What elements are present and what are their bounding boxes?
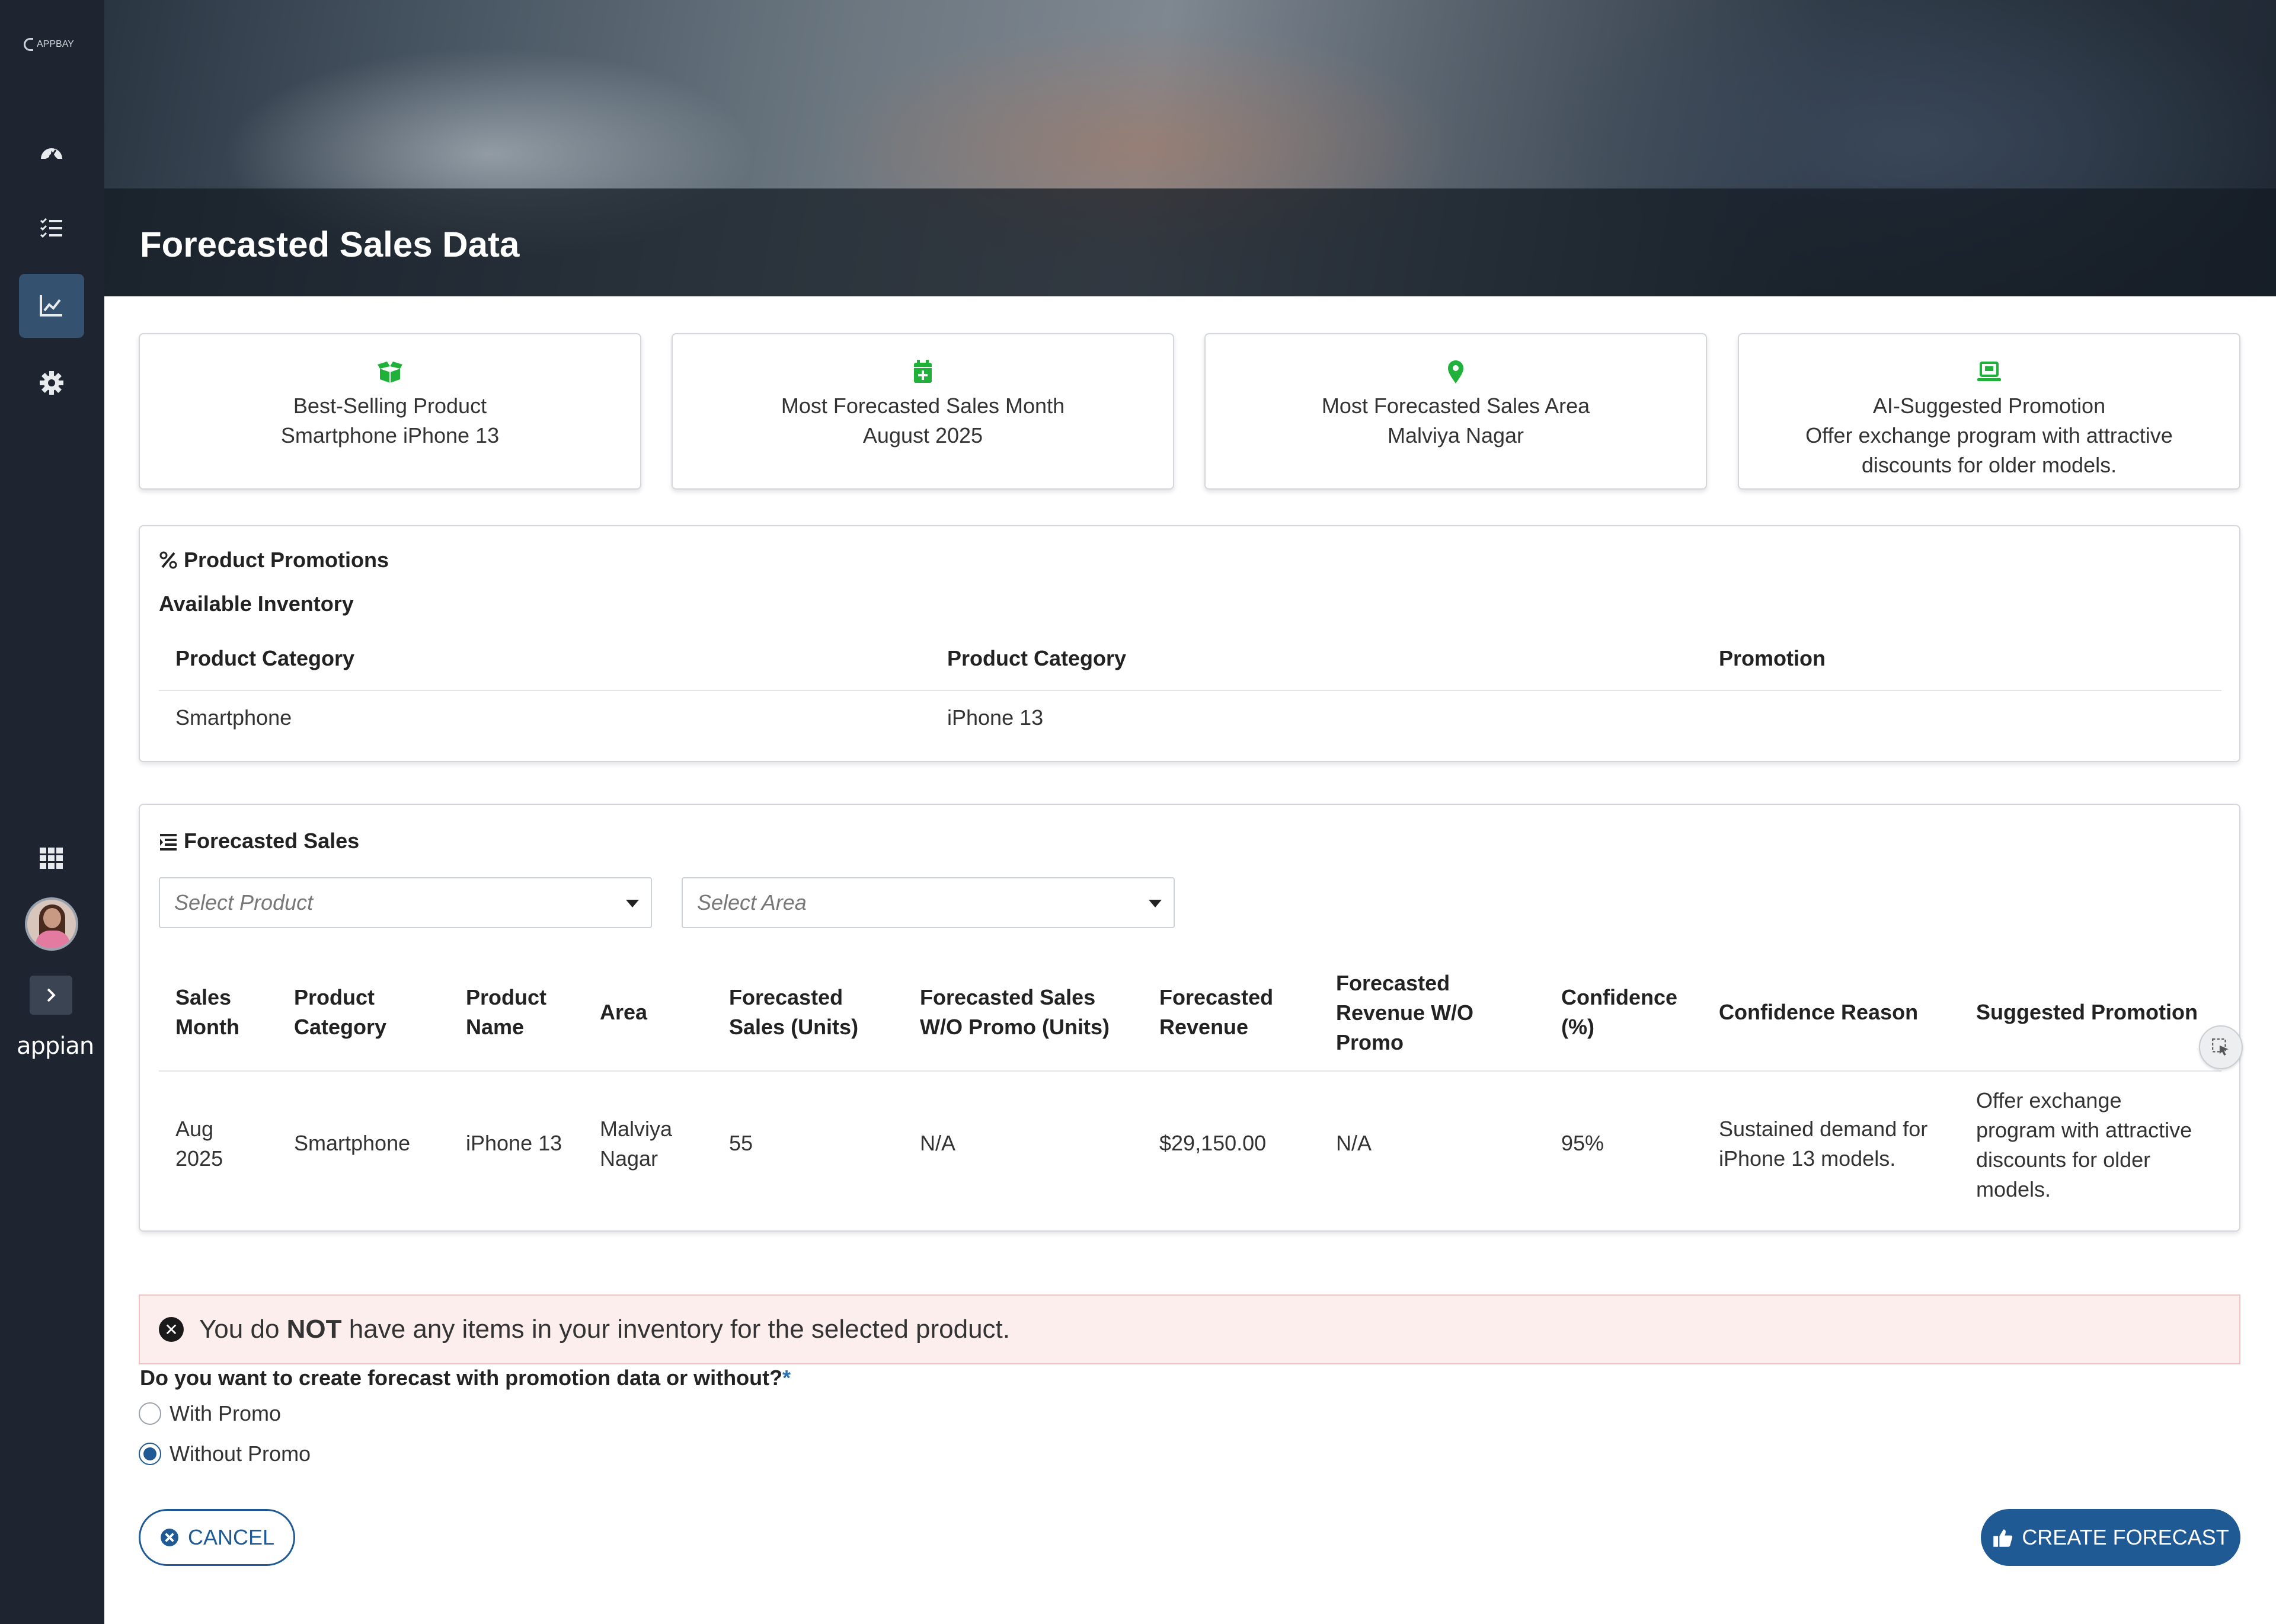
forecasted-sales-section: Forecasted Sales SalesMonth ProductCateg…	[139, 804, 2240, 1232]
table-cell: Smartphone	[175, 705, 292, 730]
column-header-forecasted-revenue[interactable]: Forecasted Revenue	[1159, 983, 1273, 1042]
times-circle-icon	[161, 1529, 178, 1546]
nav-reports[interactable]	[19, 274, 84, 338]
appian-brand: appian	[17, 1032, 94, 1060]
column-header[interactable]: Promotion	[1719, 646, 1826, 671]
nav-dashboard[interactable]	[19, 121, 84, 185]
grid-icon	[40, 848, 63, 869]
cell-confidence-reason: Sustained demand for iPhone 13 models.	[1719, 1117, 1928, 1171]
card-label: Most Forecasted Sales Month	[781, 394, 1065, 418]
column-header-forecasted-sales-units[interactable]: Forecasted Sales (Units)	[729, 983, 858, 1042]
column-header[interactable]: Product Category	[947, 646, 1126, 671]
expand-sidebar-button[interactable]	[30, 976, 72, 1015]
logo-mark-icon	[24, 38, 33, 51]
card-value: Offer exchange program with attractive	[1805, 423, 2173, 447]
card-label: Most Forecasted Sales Area	[1321, 394, 1590, 418]
cell-forecasted-units: 55	[729, 1131, 753, 1155]
caret-down-icon	[1149, 900, 1162, 907]
radio-without-promo[interactable]: Without Promo	[139, 1441, 311, 1466]
cell-product-category: Smartphone	[294, 1131, 411, 1155]
card-most-forecasted-area: Most Forecasted Sales Area Malviya Nagar	[1204, 333, 1707, 490]
product-promotions-section: Product Promotions Available Inventory P…	[139, 525, 2240, 762]
caret-down-icon	[626, 900, 639, 907]
column-header-confidence[interactable]: Confidence (%)	[1561, 983, 1677, 1042]
radio-button[interactable]	[139, 1402, 161, 1425]
column-header-confidence-reason[interactable]: Confidence Reason	[1719, 998, 1918, 1027]
select-area-input[interactable]	[684, 880, 1134, 926]
chevron-right-icon	[47, 988, 56, 1002]
apps-grid-button[interactable]	[19, 826, 84, 890]
chart-line-icon	[40, 295, 62, 317]
card-ai-suggested-promotion: AI-Suggested Promotion Offer exchange pr…	[1738, 333, 2240, 490]
column-header-sales-month[interactable]: Sales Month	[175, 983, 239, 1042]
thumbs-up-icon	[1993, 1529, 2013, 1547]
cell-product-name: iPhone 13	[466, 1131, 562, 1155]
divider	[159, 690, 2221, 691]
column-header-suggested-promotion[interactable]: Suggested Promotion	[1976, 998, 2198, 1027]
cell-units-wo-promo: N/A	[920, 1131, 956, 1155]
card-most-forecasted-month: Most Forecasted Sales Month August 2025	[672, 333, 1174, 490]
required-mark: *	[782, 1366, 791, 1390]
nav-tasks[interactable]	[19, 197, 84, 261]
card-label: Best-Selling Product	[293, 394, 487, 418]
error-message: ✕ You do NOT have any items in your inve…	[139, 1294, 2240, 1364]
column-header[interactable]: Product Category	[175, 646, 354, 671]
card-value: discounts for older models.	[1861, 453, 2117, 477]
promo-question-label: Do you want to create forecast with prom…	[140, 1366, 791, 1390]
select-area-dropdown[interactable]	[682, 877, 1175, 928]
cell-revenue-wo-promo: N/A	[1336, 1131, 1372, 1155]
select-product-input[interactable]	[161, 880, 612, 926]
error-circle-icon: ✕	[159, 1317, 184, 1342]
radio-button-selected[interactable]	[139, 1443, 161, 1465]
cancel-button[interactable]: CANCEL	[139, 1509, 295, 1566]
list-indent-icon	[160, 834, 177, 851]
create-forecast-button[interactable]: CREATE FORECAST	[1981, 1509, 2240, 1566]
gear-icon	[40, 371, 63, 395]
select-product-dropdown[interactable]	[159, 877, 652, 928]
card-label: AI-Suggested Promotion	[1872, 394, 2106, 418]
select-tool-button[interactable]	[2199, 1025, 2243, 1069]
column-header-product-name[interactable]: Product Name	[466, 983, 546, 1042]
app-logo[interactable]: APPBAY	[24, 36, 89, 53]
dashboard-icon	[41, 148, 62, 159]
cell-area: Malviya Nagar	[600, 1117, 673, 1171]
table-cell: iPhone 13	[947, 705, 1044, 730]
forecast-title: Forecasted Sales	[184, 829, 360, 853]
sidebar: APPBAY appian	[0, 0, 104, 1624]
column-header-product-category[interactable]: Product Category	[294, 983, 386, 1042]
tasks-list-icon	[40, 218, 62, 238]
cell-confidence: 95%	[1561, 1131, 1604, 1155]
card-value: August 2025	[862, 423, 983, 447]
cell-sales-month: Aug 2025	[175, 1117, 223, 1171]
map-pin-icon	[1448, 360, 1463, 383]
header-banner: Forecasted Sales Data	[104, 0, 2276, 296]
logo-text: APPBAY	[37, 39, 74, 49]
cursor-select-icon	[2212, 1038, 2229, 1056]
column-header-forecasted-sales-wo-promo[interactable]: Forecasted Sales W/O Promo (Units)	[920, 983, 1110, 1042]
card-best-selling-product: Best-Selling Product Smartphone iPhone 1…	[139, 333, 641, 490]
inventory-subtitle: Available Inventory	[159, 592, 354, 616]
forecast-heading: Forecasted Sales	[159, 829, 359, 853]
promotions-heading: Product Promotions	[159, 548, 389, 573]
radio-label: With Promo	[170, 1401, 282, 1425]
cell-suggested-promotion: Offer exchange program with attractive dis…	[1976, 1088, 2192, 1201]
radio-label: Without Promo	[170, 1441, 311, 1466]
percent-icon	[159, 551, 177, 569]
divider	[159, 1070, 2221, 1072]
box-open-icon	[378, 362, 402, 383]
calendar-plus-icon	[914, 360, 932, 383]
column-header-forecasted-revenue-wo-promo[interactable]: Forecasted Revenue W/O Promo	[1336, 968, 1473, 1057]
laptop-icon	[1977, 362, 2001, 381]
cell-forecasted-revenue: $29,150.00	[1159, 1131, 1267, 1155]
promotions-title: Product Promotions	[184, 548, 389, 572]
card-value: Malviya Nagar	[1387, 423, 1524, 447]
user-avatar[interactable]	[25, 897, 78, 951]
radio-with-promo[interactable]: With Promo	[139, 1401, 281, 1426]
error-text: You do NOT have any items in your invent…	[199, 1315, 1011, 1344]
column-header-area[interactable]: Area	[600, 998, 647, 1027]
page-title: Forecasted Sales Data	[140, 225, 520, 264]
nav-settings[interactable]	[19, 351, 84, 415]
card-value: Smartphone iPhone 13	[280, 423, 500, 447]
